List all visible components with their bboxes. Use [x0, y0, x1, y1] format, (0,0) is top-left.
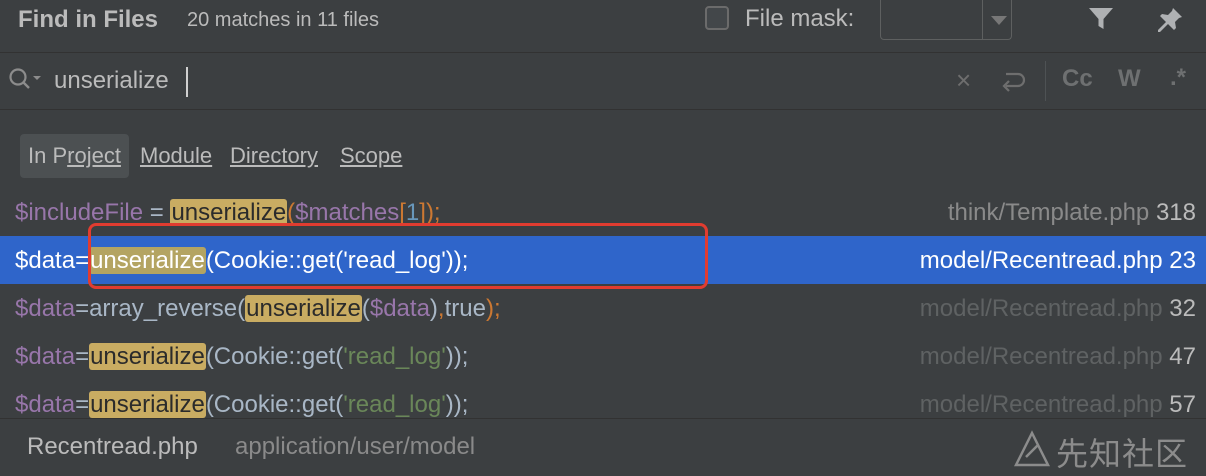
search-bar: × Cc W .*: [0, 52, 1206, 110]
result-location: model/Recentread.php 23: [919, 247, 1196, 274]
scope-tabs: In Project Module Directory Scope: [0, 110, 1206, 188]
watermark-logo-icon: [1013, 430, 1051, 467]
tab-module[interactable]: Module: [132, 134, 220, 178]
pin-icon[interactable]: [1156, 4, 1184, 34]
close-icon[interactable]: ×: [956, 67, 971, 93]
text-cursor: [186, 67, 188, 97]
file-mask-checkbox[interactable]: [705, 6, 729, 30]
preview-file-path: application/user/model: [235, 433, 476, 460]
footer: Recentread.php application/user/model 先知…: [0, 418, 1206, 476]
tab-directory[interactable]: Directory: [222, 134, 326, 178]
header: Find in Files 20 matches in 11 files Fil…: [0, 0, 1206, 52]
search-input[interactable]: [54, 63, 834, 99]
match-case-icon[interactable]: Cc: [1062, 65, 1093, 93]
result-row[interactable]: $data=unserialize(Cookie::get('read_log'…: [0, 380, 1206, 418]
filter-icon[interactable]: [1088, 6, 1114, 32]
result-code: $data=unserialize(Cookie::get('read_log'…: [15, 343, 469, 370]
newline-icon[interactable]: [1000, 70, 1026, 92]
search-separator: [1045, 61, 1046, 101]
regex-icon[interactable]: .*: [1170, 64, 1186, 92]
watermark: 先知社区: [1012, 427, 1202, 473]
file-mask-combo[interactable]: [880, 0, 1012, 40]
chevron-down-icon[interactable]: [991, 16, 1007, 25]
tab-in-project[interactable]: In Project: [20, 134, 129, 178]
whole-words-icon[interactable]: W: [1118, 65, 1141, 93]
combo-separator: [982, 0, 983, 39]
result-location: model/Recentread.php 47: [919, 343, 1196, 370]
result-code: $data=array_reverse(unserialize($data),t…: [15, 295, 501, 322]
result-location: think/Template.php 318: [947, 199, 1196, 226]
result-row[interactable]: $data=unserialize(Cookie::get('read_log'…: [0, 332, 1206, 380]
match-count: 20 matches in 11 files: [187, 9, 379, 31]
result-code: $data=unserialize(Cookie::get('read_log'…: [15, 391, 469, 418]
tab-scope[interactable]: Scope: [332, 134, 410, 178]
result-row[interactable]: $data=array_reverse(unserialize($data),t…: [0, 284, 1206, 332]
preview-file-name: Recentread.php: [27, 433, 198, 460]
annotation-highlight-box: [88, 223, 708, 289]
result-location: model/Recentread.php 57: [919, 391, 1196, 418]
result-location: model/Recentread.php 32: [919, 295, 1196, 322]
file-mask-label: File mask:: [745, 5, 855, 32]
watermark-text: 先知社区: [1056, 435, 1189, 473]
dialog-title: Find in Files: [18, 6, 159, 33]
search-icon[interactable]: [8, 67, 42, 93]
